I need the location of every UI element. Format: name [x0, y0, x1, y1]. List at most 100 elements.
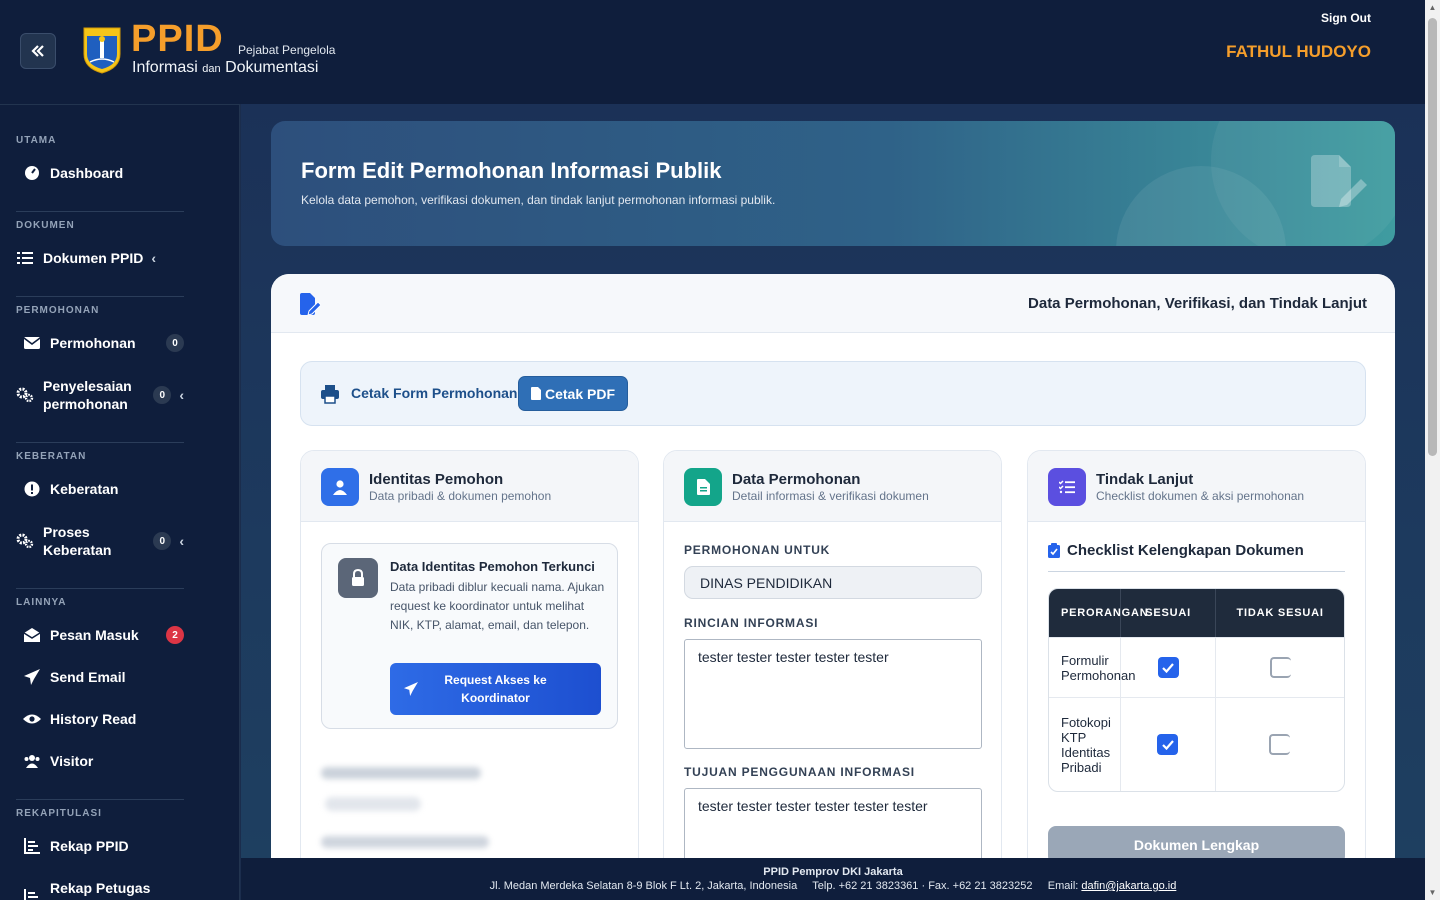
- gears-icon: [16, 532, 34, 550]
- identitas-header: Identitas Pemohon Data pribadi & dokumen…: [301, 451, 638, 522]
- sidebar-label-rekap-petugas: Rekap Petugas Data: [50, 880, 151, 900]
- check-icon: [1162, 662, 1174, 673]
- sidebar-label-dokumen-ppid: Dokumen PPID: [43, 250, 144, 266]
- chevron-left-icon: ‹: [179, 387, 184, 403]
- sign-out-link[interactable]: Sign Out: [1321, 11, 1371, 25]
- logo-word-dan: dan: [202, 63, 221, 75]
- rincian-informasi-textarea[interactable]: tester tester tester tester tester: [684, 639, 982, 749]
- clipboard-check-icon: [1048, 543, 1060, 558]
- divider: [1048, 571, 1345, 572]
- print-pdf-label: Cetak PDF: [544, 385, 616, 402]
- footer-phone: Telp. +62 21 3823361 · Fax. +62 21 38232…: [812, 880, 1033, 892]
- scroll-up-arrow-icon[interactable]: ▲: [1428, 3, 1437, 12]
- page-title: Form Edit Permohonan Informasi Publik: [301, 158, 722, 183]
- sidebar-item-penyelesaian-permohonan[interactable]: Penyelesaian permohonan 0 ‹: [16, 377, 184, 413]
- list-check-icon: [1048, 468, 1086, 506]
- paper-plane-icon: [23, 668, 41, 686]
- row-label-formulir: Formulir Permohonan: [1049, 638, 1135, 697]
- user-name: FATHUL HUDOYO: [1226, 42, 1371, 61]
- tidak-sesuai-checkbox[interactable]: [1269, 657, 1291, 678]
- sidebar-label-proses-line1: Proses: [43, 524, 90, 540]
- footer: PPID Pemprov DKI Jakarta Jl. Medan Merde…: [241, 858, 1425, 900]
- identity-locked-notice: Data Identitas Pemohon Terkunci Data pri…: [321, 543, 618, 729]
- eye-icon: [23, 710, 41, 728]
- sidebar-item-keberatan[interactable]: Keberatan: [16, 480, 184, 498]
- sidebar-collapse-button[interactable]: [20, 33, 56, 69]
- list-icon: [16, 249, 34, 267]
- printer-icon: [321, 385, 339, 404]
- sidebar-item-rekap-petugas[interactable]: Rekap Petugas Data: [16, 879, 184, 900]
- section-title-dokumen: DOKUMEN: [16, 220, 75, 231]
- sidebar-item-pesan-masuk[interactable]: Pesan Masuk 2: [16, 626, 184, 644]
- chevron-left-icon: ‹: [151, 250, 157, 266]
- divider: [16, 296, 184, 297]
- sidebar-item-dashboard[interactable]: Dashboard: [16, 164, 184, 182]
- hero-decoration: [1211, 121, 1395, 246]
- file-pdf-icon: [530, 387, 541, 400]
- page-scrollbar[interactable]: ▲ ▼: [1425, 0, 1440, 900]
- data-permohonan-title: Data Permohonan: [732, 471, 861, 488]
- chart-bar-icon: [23, 837, 41, 855]
- envelope-icon: [23, 334, 41, 352]
- permohonan-count-badge: 0: [166, 334, 184, 352]
- print-form-link[interactable]: Cetak Form Permohonan: [351, 385, 517, 401]
- sidebar-item-visitor[interactable]: Visitor: [16, 752, 184, 770]
- permohonan-untuk-field[interactable]: DINAS PENDIDIKAN: [684, 566, 982, 599]
- footer-email-link[interactable]: dafin@jakarta.go.id: [1081, 880, 1176, 892]
- paper-plane-icon: [404, 682, 418, 696]
- lock-title: Data Identitas Pemohon Terkunci: [390, 559, 595, 574]
- rincian-informasi-label: RINCIAN INFORMASI: [684, 616, 819, 630]
- sidebar-label-proses-line2: Keberatan: [43, 542, 112, 558]
- scroll-down-arrow-icon[interactable]: ▼: [1428, 888, 1437, 897]
- penyelesaian-count-badge: 0: [153, 386, 172, 404]
- proses-count-badge: 0: [153, 532, 172, 550]
- tindak-lanjut-panel: Tindak Lanjut Checklist dokumen & aksi p…: [1027, 450, 1366, 858]
- logo-word-informasi: Informasi: [132, 59, 198, 76]
- request-access-label: Request Akses ke Koordinator: [444, 673, 547, 705]
- dki-jakarta-seal-icon: [83, 27, 121, 74]
- sidebar-label-permohonan: Permohonan: [50, 335, 136, 351]
- section-title-rekapitulasi: REKAPITULASI: [16, 808, 102, 819]
- tidak-sesuai-checkbox[interactable]: [1269, 734, 1291, 755]
- sesuai-checkbox-checked[interactable]: [1157, 734, 1179, 755]
- main-content: Form Edit Permohonan Informasi Publik Ke…: [241, 104, 1425, 858]
- section-title-keberatan: KEBERATAN: [16, 451, 87, 462]
- identitas-panel: Identitas Pemohon Data pribadi & dokumen…: [300, 450, 639, 858]
- data-permohonan-subtitle: Detail informasi & verifikasi dokumen: [732, 489, 929, 503]
- sidebar-label-keberatan: Keberatan: [50, 481, 119, 497]
- scrollbar-thumb[interactable]: [1428, 18, 1437, 456]
- footer-org: PPID Pemprov DKI Jakarta: [763, 866, 903, 878]
- sidebar-label-send-email: Send Email: [50, 669, 126, 685]
- sidebar-item-send-email[interactable]: Send Email: [16, 668, 184, 686]
- footer-address: Jl. Medan Merdeka Selatan 8-9 Blok F Lt.…: [489, 880, 798, 892]
- tindak-lanjut-header: Tindak Lanjut Checklist dokumen & aksi p…: [1028, 451, 1365, 522]
- divider: [16, 588, 184, 589]
- page-hero: Form Edit Permohonan Informasi Publik Ke…: [271, 121, 1395, 246]
- sidebar-label-pesan-masuk: Pesan Masuk: [50, 627, 139, 643]
- sidebar-item-proses-keberatan[interactable]: Proses Keberatan 0 ‹: [16, 523, 184, 559]
- row-label-fotokopi-ktp: Fotokopi KTP Identitas Pribadi: [1049, 698, 1121, 791]
- double-chevron-left-icon: [31, 45, 44, 57]
- check-icon: [1161, 739, 1174, 750]
- dokumen-lengkap-button[interactable]: Dokumen Lengkap: [1048, 826, 1345, 858]
- identitas-subtitle: Data pribadi & dokumen pemohon: [369, 489, 552, 503]
- pesan-count-badge: 2: [166, 626, 184, 644]
- sidebar-item-dokumen-ppid[interactable]: Dokumen PPID ‹: [16, 249, 184, 267]
- col-header-tidak-sesuai: TIDAK SESUAI: [1236, 607, 1324, 619]
- divider: [16, 211, 184, 212]
- print-pdf-button[interactable]: Cetak PDF: [518, 376, 628, 411]
- sidebar-label-dashboard: Dashboard: [50, 165, 124, 181]
- table-header: PERORANGAN SESUAI TIDAK SESUAI: [1049, 589, 1344, 637]
- sidebar-item-rekap-ppid[interactable]: Rekap PPID: [16, 837, 184, 855]
- envelope-open-icon: [23, 626, 41, 644]
- sesuai-checkbox-checked[interactable]: [1157, 657, 1179, 678]
- cell-tidak-sesuai: [1216, 638, 1344, 697]
- tujuan-penggunaan-textarea[interactable]: tester tester tester tester tester teste…: [684, 788, 982, 858]
- sidebar-item-permohonan[interactable]: Permohonan 0: [16, 334, 184, 352]
- card-title: Data Permohonan, Verifikasi, dan Tindak …: [1028, 295, 1367, 312]
- sidebar-label-visitor: Visitor: [50, 753, 94, 769]
- sidebar-item-history-read[interactable]: History Read: [16, 710, 184, 728]
- dashboard-gauge-icon: [23, 164, 41, 182]
- blurred-field: [321, 767, 481, 779]
- request-access-button[interactable]: Request Akses ke Koordinator: [390, 663, 601, 715]
